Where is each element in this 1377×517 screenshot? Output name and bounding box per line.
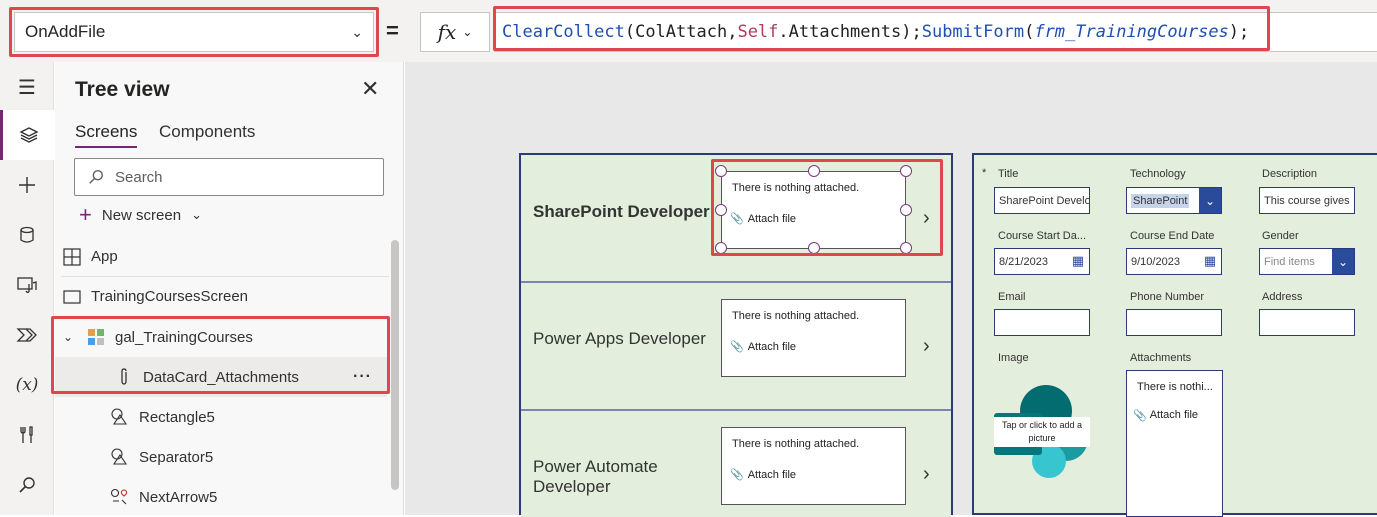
gender-label: Gender — [1262, 230, 1299, 242]
technology-dropdown[interactable]: SharePoint ⌄ — [1126, 187, 1222, 214]
start-date-value: 8/21/2023 — [999, 255, 1048, 268]
next-arrow-icon[interactable]: › — [923, 335, 930, 358]
fx-button[interactable]: fx ⌄ — [420, 12, 490, 52]
image-picker[interactable]: Tap or click to add a picture — [994, 383, 1092, 479]
attachment-empty-text: There is nothing attached. — [732, 310, 860, 322]
icons-icon — [109, 488, 131, 506]
new-screen-button[interactable]: + New screen ⌄ — [79, 202, 202, 227]
new-screen-label: New screen — [101, 206, 182, 224]
layers-icon[interactable] — [0, 110, 54, 160]
attach-file-link[interactable]: 📎 Attach file — [1133, 409, 1198, 422]
highlight-property — [9, 7, 379, 57]
tab-components[interactable]: Components — [159, 122, 255, 142]
title-label: Title — [998, 168, 1019, 180]
end-date-label: Course End Date — [1130, 230, 1215, 242]
search-icon — [89, 170, 103, 184]
end-date-picker[interactable]: 9/10/2023 ▦ — [1126, 248, 1222, 275]
calendar-icon: ▦ — [1071, 253, 1085, 268]
media-icon[interactable] — [0, 260, 54, 310]
chevron-down-icon: ⌄ — [1199, 188, 1221, 213]
attach-file-label: Attach file — [747, 340, 797, 353]
course-title: Power Apps Developer — [533, 329, 706, 348]
tree-item-label: NextArrow5 — [139, 488, 218, 506]
start-date-picker[interactable]: 8/21/2023 ▦ — [994, 248, 1090, 275]
technology-label: Technology — [1130, 168, 1186, 180]
variables-icon[interactable]: (x) — [0, 360, 54, 410]
attachment-empty-text: There is nothing attached. — [732, 438, 860, 450]
tree-item-label: Rectangle5 — [139, 408, 215, 426]
email-label: Email — [998, 291, 1026, 303]
description-label: Description — [1262, 168, 1318, 180]
tree-item-app[interactable]: App — [61, 237, 389, 277]
attachments-label: Attachments — [1130, 352, 1192, 364]
plus-icon: + — [79, 202, 92, 227]
tree-search-input[interactable]: Search — [74, 158, 384, 196]
attachment-empty-text: There is nothi... — [1137, 381, 1213, 393]
search-placeholder: Search — [115, 168, 163, 186]
edit-form[interactable]: * Title SharePoint Develo Technology Sha… — [972, 153, 1377, 517]
gallery-row[interactable]: Power Automate Developer There is nothin… — [521, 411, 951, 517]
attach-file-label: Attach file — [747, 468, 797, 481]
email-input[interactable] — [994, 309, 1090, 336]
tree-view-title: Tree view — [75, 78, 170, 101]
tree-item-label: Separator5 — [139, 448, 214, 466]
app-icon — [61, 247, 83, 266]
calendar-icon: ▦ — [1203, 253, 1217, 268]
gender-combobox[interactable]: Find items ⌄ — [1259, 248, 1355, 275]
shape-icon — [109, 448, 131, 466]
next-arrow-icon[interactable]: › — [923, 463, 930, 486]
tab-screens[interactable]: Screens — [75, 122, 137, 142]
attach-file-label: Attach file — [1149, 409, 1199, 421]
image-hint: Tap or click to add a picture — [994, 417, 1090, 447]
tree-scrollbar[interactable] — [391, 240, 399, 490]
attach-file-link[interactable]: 📎 Attach file — [730, 468, 797, 482]
start-date-label: Course Start Da... — [998, 230, 1087, 242]
fx-icon: fx — [437, 20, 457, 44]
attachment-control[interactable]: There is nothing attached. 📎 Attach file — [721, 299, 906, 377]
chevron-down-icon: ⌄ — [1332, 249, 1354, 274]
form-attachment-control[interactable]: There is nothi... 📎 Attach file — [1126, 370, 1223, 517]
equals-sign: = — [386, 18, 399, 43]
close-icon[interactable]: ✕ — [361, 76, 379, 102]
paperclip-icon: 📎 — [730, 341, 744, 353]
end-date-value: 9/10/2023 — [1131, 255, 1180, 268]
tree-item-label: TrainingCoursesScreen — [91, 288, 249, 305]
address-input[interactable] — [1259, 309, 1355, 336]
required-star: * — [982, 167, 987, 179]
phone-label: Phone Number — [1130, 291, 1204, 303]
chevron-down-icon: ⌄ — [462, 25, 473, 39]
shape-icon — [109, 408, 131, 426]
paperclip-icon: 📎 — [730, 469, 744, 481]
address-label: Address — [1262, 291, 1303, 303]
tree-item-screen[interactable]: TrainingCoursesScreen — [61, 277, 389, 317]
database-icon[interactable] — [0, 210, 54, 260]
highlight-attachment — [711, 159, 943, 256]
highlight-formula — [493, 6, 1270, 51]
attachment-control[interactable]: There is nothing attached. 📎 Attach file — [721, 427, 906, 505]
tree-item-label: App — [91, 248, 118, 265]
left-rail: ☰ (x) — [0, 62, 54, 515]
course-title: SharePoint Developer — [533, 202, 710, 221]
search-icon[interactable] — [0, 460, 54, 510]
image-label: Image — [998, 352, 1029, 364]
highlight-tree — [51, 316, 390, 394]
phone-input[interactable] — [1126, 309, 1222, 336]
title-input[interactable]: SharePoint Develo — [994, 187, 1090, 214]
tools-icon[interactable] — [0, 410, 54, 460]
gender-placeholder: Find items — [1264, 255, 1315, 268]
hamburger-icon[interactable]: ☰ — [0, 62, 54, 112]
description-input[interactable]: This course gives — [1259, 187, 1355, 214]
power-automate-icon[interactable] — [0, 310, 54, 360]
plus-icon[interactable] — [0, 160, 54, 210]
tab-screens-underline — [75, 146, 137, 148]
course-title: Power Automate Developer — [533, 457, 658, 496]
attach-file-link[interactable]: 📎 Attach file — [730, 340, 797, 354]
paperclip-icon: 📎 — [1133, 410, 1147, 422]
technology-value: SharePoint — [1131, 193, 1190, 208]
tree-view-panel: Tree view ✕ Screens Components Search + … — [51, 62, 404, 515]
chevron-down-icon: ⌄ — [191, 207, 202, 222]
gallery-row[interactable]: Power Apps Developer There is nothing at… — [521, 283, 951, 411]
screen-icon — [61, 289, 83, 304]
